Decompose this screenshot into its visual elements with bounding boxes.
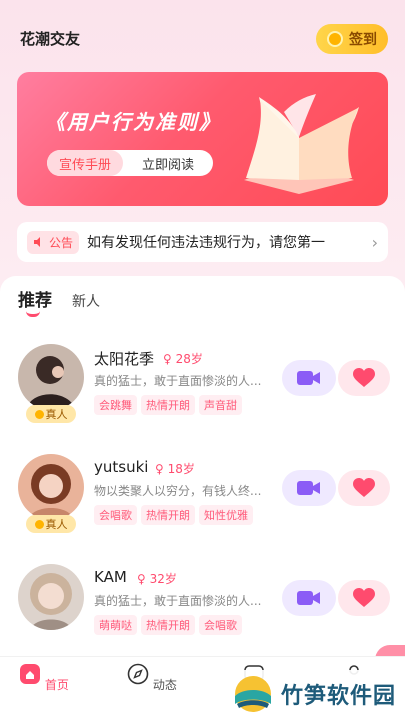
banner-pill[interactable]: 宣传手册 立即阅读 bbox=[47, 150, 213, 176]
tag: 会跳舞 bbox=[94, 395, 137, 415]
avatar[interactable] bbox=[18, 344, 84, 410]
list-tabs: 推荐 新人 bbox=[18, 286, 100, 317]
speaker-icon bbox=[34, 237, 40, 247]
like-button[interactable] bbox=[338, 580, 390, 616]
user-tags: 萌萌哒 热情开朗 会唱歌 bbox=[94, 615, 242, 635]
book-illustration bbox=[244, 94, 359, 194]
user-list-panel: 推荐 新人 真人 太阳花季 ♀ 28岁 真的猛士，敢于直面惨淡的人... 会跳舞… bbox=[0, 276, 405, 656]
nav-moments[interactable]: 动态 bbox=[122, 663, 182, 693]
tab-recommend[interactable]: 推荐 bbox=[18, 286, 52, 317]
tag: 热情开朗 bbox=[141, 615, 195, 635]
signin-label: 签到 bbox=[349, 32, 377, 48]
heart-icon bbox=[353, 478, 375, 497]
like-button[interactable] bbox=[338, 360, 390, 396]
tab-recommend-label: 推荐 bbox=[18, 291, 52, 311]
verified-badge: 真人 bbox=[26, 515, 76, 533]
user-bio: 真的猛士，敢于直面惨淡的人... bbox=[94, 594, 262, 608]
notice-tag: 公告 bbox=[27, 230, 80, 254]
nav-moments-label: 动态 bbox=[152, 678, 177, 692]
user-age: ♀ 32岁 bbox=[137, 572, 177, 586]
user-card[interactable]: 真人 yutsuki ♀ 18岁 物以类聚人以穷分，有钱人终... 会唱歌 热情… bbox=[0, 454, 405, 554]
video-camera-icon bbox=[297, 481, 320, 495]
tab-active-indicator bbox=[26, 311, 40, 317]
tag: 知性优雅 bbox=[199, 505, 253, 525]
video-camera-icon bbox=[297, 371, 320, 385]
tag: 声音甜 bbox=[199, 395, 242, 415]
user-age: ♀ 28岁 bbox=[163, 352, 203, 366]
top-bar: 花潮交友 签到 bbox=[0, 0, 405, 70]
avatar[interactable] bbox=[18, 454, 84, 520]
tag: 会唱歌 bbox=[199, 615, 242, 635]
video-camera-icon bbox=[297, 591, 320, 605]
watermark: 竹笋软件园 bbox=[215, 670, 405, 718]
user-card[interactable]: 真人 太阳花季 ♀ 28岁 真的猛士，敢于直面惨淡的人... 会跳舞 热情开朗 … bbox=[0, 344, 405, 444]
user-name: KAM bbox=[94, 568, 127, 586]
nav-home-label: 首页 bbox=[44, 678, 69, 692]
user-age: ♀ 18岁 bbox=[155, 462, 195, 476]
notice-bar[interactable]: 公告 如有发现任何违法违规行为，请您第一 › bbox=[17, 222, 388, 262]
banner-title: 《用户行为准则》 bbox=[45, 110, 221, 134]
verified-icon bbox=[34, 519, 44, 529]
like-button[interactable] bbox=[338, 470, 390, 506]
user-card[interactable]: KAM ♀ 32岁 真的猛士，敢于直面惨淡的人... 萌萌哒 热情开朗 会唱歌 bbox=[0, 564, 405, 664]
heart-icon bbox=[353, 588, 375, 607]
heart-icon bbox=[353, 368, 375, 387]
user-name: 太阳花季 bbox=[94, 350, 155, 368]
user-name: yutsuki bbox=[94, 458, 149, 476]
chevron-right-icon: › bbox=[371, 232, 378, 252]
read-now-button[interactable]: 立即阅读 bbox=[123, 150, 213, 176]
verified-badge: 真人 bbox=[26, 405, 76, 423]
video-call-button[interactable] bbox=[282, 470, 336, 506]
tab-new[interactable]: 新人 bbox=[72, 291, 100, 311]
notice-text: 如有发现任何违法违规行为，请您第一 bbox=[87, 235, 326, 251]
app-title: 花潮交友 bbox=[20, 30, 81, 48]
watermark-text: 竹笋软件园 bbox=[281, 684, 397, 709]
tag: 会唱歌 bbox=[94, 505, 137, 525]
user-tags: 会跳舞 热情开朗 声音甜 bbox=[94, 395, 242, 415]
notice-tag-label: 公告 bbox=[49, 235, 74, 250]
avatar[interactable] bbox=[18, 564, 84, 630]
user-bio: 真的猛士，敢于直面惨淡的人... bbox=[94, 374, 262, 388]
nav-home[interactable]: 首页 bbox=[14, 663, 74, 693]
verified-icon bbox=[34, 409, 44, 419]
watermark-logo-icon bbox=[235, 676, 271, 712]
coin-icon bbox=[327, 31, 343, 47]
video-call-button[interactable] bbox=[282, 580, 336, 616]
tag: 萌萌哒 bbox=[94, 615, 137, 635]
tag: 热情开朗 bbox=[141, 505, 195, 525]
signin-button[interactable]: 签到 bbox=[316, 24, 388, 54]
home-icon bbox=[20, 664, 41, 684]
video-call-button[interactable] bbox=[282, 360, 336, 396]
compass-icon bbox=[127, 663, 149, 685]
guidelines-banner[interactable]: 《用户行为准则》 宣传手册 立即阅读 bbox=[17, 72, 388, 206]
handbook-label: 宣传手册 bbox=[47, 150, 123, 176]
user-bio: 物以类聚人以穷分，有钱人终... bbox=[94, 484, 262, 498]
user-tags: 会唱歌 热情开朗 知性优雅 bbox=[94, 505, 253, 525]
tag: 热情开朗 bbox=[141, 395, 195, 415]
